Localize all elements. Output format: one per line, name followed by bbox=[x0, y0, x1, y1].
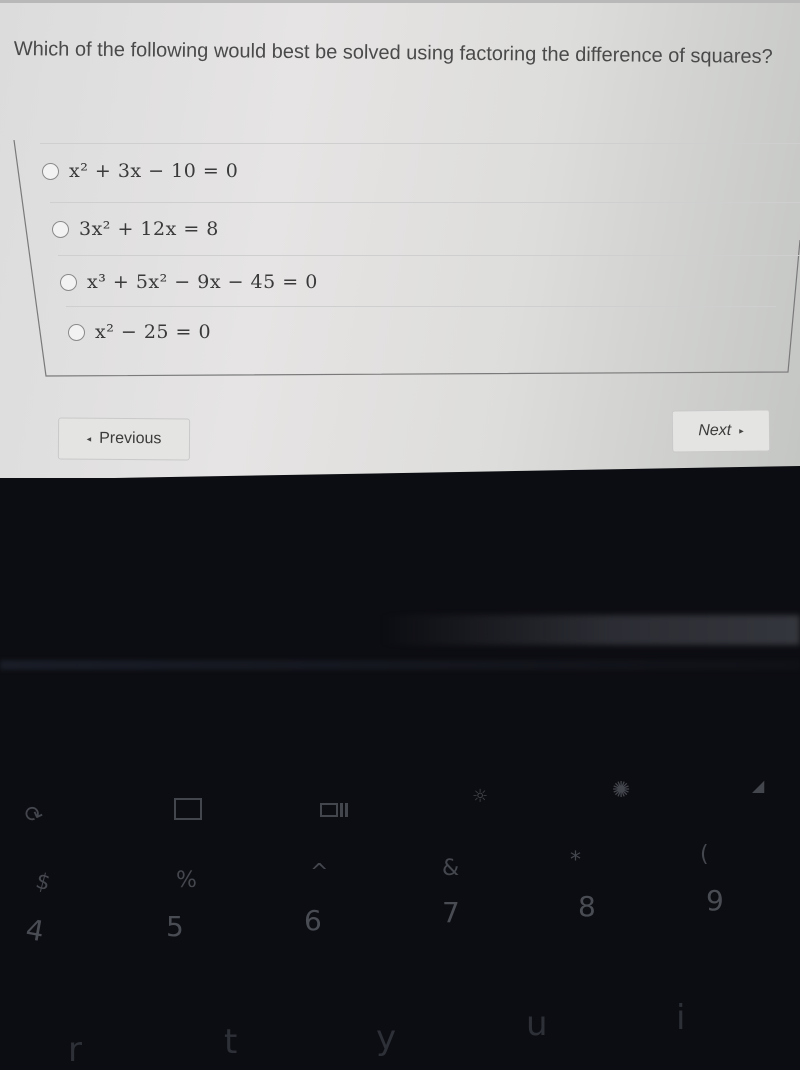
refresh-key-icon[interactable]: ⟳ bbox=[20, 801, 46, 831]
question-text: Which of the following would best be sol… bbox=[13, 37, 773, 68]
next-label: Next bbox=[698, 421, 732, 440]
option-divider bbox=[66, 306, 776, 307]
option-divider bbox=[40, 143, 800, 144]
key-7[interactable]: 7 bbox=[442, 896, 460, 929]
bezel-glare bbox=[380, 615, 800, 645]
key-8-symbol: * bbox=[570, 848, 581, 873]
keyboard-edge bbox=[0, 660, 800, 670]
key-4-symbol: $ bbox=[33, 868, 53, 897]
radio-button-a[interactable] bbox=[42, 162, 59, 180]
option-divider bbox=[58, 255, 800, 256]
answer-option-d[interactable]: x² − 25 = 0 bbox=[68, 310, 211, 354]
key-5-symbol: % bbox=[176, 868, 197, 893]
key-u[interactable]: u bbox=[526, 1004, 548, 1044]
key-6[interactable]: 6 bbox=[304, 904, 322, 937]
key-7-symbol: & bbox=[442, 856, 460, 881]
caret-right-icon: ▸ bbox=[739, 425, 744, 436]
option-b-expression: 3x² + 12x = 8 bbox=[79, 218, 219, 240]
brightness-down-key-icon[interactable]: ☼ bbox=[472, 786, 488, 807]
fullscreen-key-icon[interactable] bbox=[174, 798, 202, 820]
next-button[interactable]: Next ▸ bbox=[671, 409, 771, 453]
key-6-symbol: ^ bbox=[310, 860, 329, 885]
option-d-expression: x² − 25 = 0 bbox=[95, 321, 212, 343]
brightness-up-key-icon[interactable]: ✺ bbox=[612, 778, 630, 803]
mute-key-icon[interactable]: ◢ bbox=[752, 776, 764, 795]
radio-button-d[interactable] bbox=[68, 323, 85, 341]
option-a-expression: x² + 3x − 10 = 0 bbox=[69, 160, 239, 182]
key-r[interactable]: r bbox=[68, 1030, 82, 1070]
radio-button-c[interactable] bbox=[60, 273, 77, 291]
quiz-screen: Which of the following would best be sol… bbox=[0, 0, 800, 478]
option-c-expression: x³ + 5x² − 9x − 45 = 0 bbox=[87, 271, 318, 293]
key-9-symbol: ( bbox=[700, 842, 709, 867]
screen-top-edge bbox=[0, 0, 800, 3]
key-5[interactable]: 5 bbox=[166, 910, 184, 943]
caret-left-icon: ◂ bbox=[86, 433, 92, 444]
key-9[interactable]: 9 bbox=[706, 884, 724, 917]
previous-label: Previous bbox=[99, 429, 162, 448]
option-divider bbox=[50, 202, 800, 203]
overview-key-icon[interactable] bbox=[320, 797, 348, 822]
answer-options-group: x² + 3x − 10 = 0 3x² + 12x = 8 x³ + 5x² … bbox=[10, 140, 800, 380]
key-4[interactable]: 4 bbox=[23, 913, 46, 949]
key-8[interactable]: 8 bbox=[578, 890, 596, 923]
key-t[interactable]: t bbox=[224, 1022, 237, 1062]
answer-option-c[interactable]: x³ + 5x² − 9x − 45 = 0 bbox=[60, 260, 318, 304]
answer-option-a[interactable]: x² + 3x − 10 = 0 bbox=[42, 149, 238, 193]
key-i[interactable]: i bbox=[676, 998, 685, 1038]
previous-button[interactable]: ◂ Previous bbox=[57, 417, 191, 461]
key-y[interactable]: y bbox=[376, 1018, 396, 1058]
answer-option-b[interactable]: 3x² + 12x = 8 bbox=[52, 207, 219, 251]
radio-button-b[interactable] bbox=[52, 220, 69, 238]
